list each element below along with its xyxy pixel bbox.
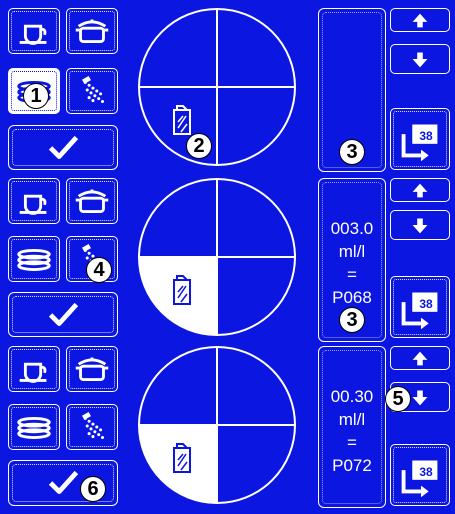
arrow-down-icon [412, 52, 428, 68]
detergent-canister-icon [173, 105, 191, 135]
pot-button[interactable] [66, 178, 118, 224]
arrow-up-icon [412, 183, 428, 198]
pot-icon [75, 357, 109, 381]
cup-button[interactable] [8, 346, 60, 392]
dosage-value: 00.30 [330, 387, 374, 406]
dosing-pie-chart [136, 6, 298, 168]
cutlery-button[interactable] [66, 404, 118, 450]
pot-icon [75, 19, 109, 43]
up-button[interactable] [390, 8, 450, 32]
cup-icon [19, 194, 47, 215]
cutlery-icon [81, 411, 105, 440]
pot-button[interactable] [66, 8, 118, 54]
cutlery-icon [81, 75, 105, 104]
cutlery-button[interactable] [66, 68, 118, 114]
cup-icon [19, 362, 47, 383]
callout-5: 5 [385, 386, 411, 412]
checkmark-icon [48, 135, 79, 159]
cup-button[interactable] [8, 8, 60, 54]
plates-icon [17, 416, 51, 439]
cup-icon [19, 24, 47, 45]
dosing-pie-chart [136, 176, 298, 338]
confirm-button[interactable] [8, 292, 118, 337]
down-button[interactable] [390, 44, 450, 74]
checkmark-icon [48, 302, 79, 326]
plates-button[interactable] [8, 404, 60, 450]
filled-quadrant [139, 425, 217, 503]
dosage-panel: 00.30 ml/l = P072 [318, 346, 386, 508]
arrow-down-icon [412, 218, 428, 234]
callout-3b: 3 [339, 307, 365, 333]
callout-2: 2 [186, 133, 212, 159]
program-number: 38 [419, 465, 433, 479]
program-button[interactable]: 38 [390, 276, 450, 338]
callout-1: 1 [23, 83, 49, 109]
dosage-unit: ml/l [338, 410, 366, 429]
dosage-code: P068 [332, 288, 372, 307]
dosage-equals: = [347, 433, 357, 452]
arrow-up-icon [412, 13, 428, 28]
dosage-unit: ml/l [338, 242, 366, 261]
callout-4: 4 [86, 257, 112, 283]
callout-6: 6 [80, 476, 106, 502]
dosage-equals: = [347, 265, 357, 284]
dosage-code: P072 [332, 456, 372, 475]
dosage-value: 003.0 [330, 219, 374, 238]
program-number: 38 [419, 297, 433, 311]
cup-button[interactable] [8, 178, 60, 224]
confirm-button[interactable] [8, 125, 118, 170]
callout-3: 3 [339, 139, 365, 165]
program-button[interactable]: 38 [390, 444, 450, 506]
program-button[interactable]: 38 [390, 108, 450, 170]
pot-icon [75, 189, 109, 213]
plates-button[interactable] [8, 236, 60, 282]
up-button[interactable] [390, 346, 450, 370]
program-number: 38 [419, 129, 433, 143]
arrow-up-icon [412, 351, 428, 366]
pot-button[interactable] [66, 346, 118, 392]
up-button[interactable] [390, 178, 450, 202]
dosing-pie-chart [136, 344, 298, 506]
down-button[interactable] [390, 210, 450, 240]
plates-icon [17, 248, 51, 271]
filled-quadrant [139, 257, 217, 335]
